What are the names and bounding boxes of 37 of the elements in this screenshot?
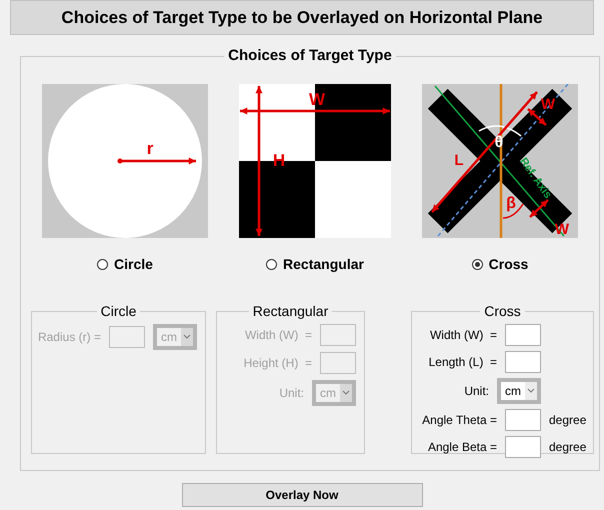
field-label: Height (H) = [244,354,312,372]
input-field[interactable] [505,408,541,430]
unit-label: degree [549,438,588,456]
panel-title: Choices of Target Type [227,46,393,66]
dimension-label: W [540,96,556,112]
input-field[interactable] [505,350,541,372]
dimension-label: r [146,138,154,158]
dimension-label: β [506,194,516,212]
field-label: Unit: [279,384,304,402]
dimension-label: L [454,152,464,168]
field-label: Unit: [464,382,489,400]
input-field[interactable] [505,324,541,346]
dimension-label: θ [494,134,504,150]
group-title: Rectangular [252,302,330,321]
field-label: Angle Beta = [428,438,497,456]
radio-button[interactable] [97,258,108,270]
field-label: Angle Theta = [422,412,497,428]
caret-icon [525,382,537,400]
radio-button[interactable] [472,258,483,270]
overlay-button[interactable]: Overlay Now [182,483,422,507]
caret-icon [340,384,352,402]
unit-label: degree [549,412,588,428]
field-label: Radius (r) = [38,328,101,346]
input-field[interactable] [505,436,541,458]
caret-icon [181,328,193,346]
field-label: Width (W) = [430,326,497,344]
unit-dropdown[interactable]: cm [497,378,541,404]
field-label: Length (L) = [428,354,497,370]
radio-label[interactable]: Circle [114,254,153,274]
radio-button[interactable] [266,258,278,270]
radio-label[interactable]: Cross [488,254,528,274]
group-title: Circle [100,302,138,320]
group-title: Cross [483,302,522,320]
angle-arc [478,124,522,136]
window-title: Choices of Target Type to be Overlayed on Horizontal Plane [10,0,594,35]
radio-label[interactable]: Rectangular [283,254,364,274]
field-label: Width (W) = [244,326,312,344]
